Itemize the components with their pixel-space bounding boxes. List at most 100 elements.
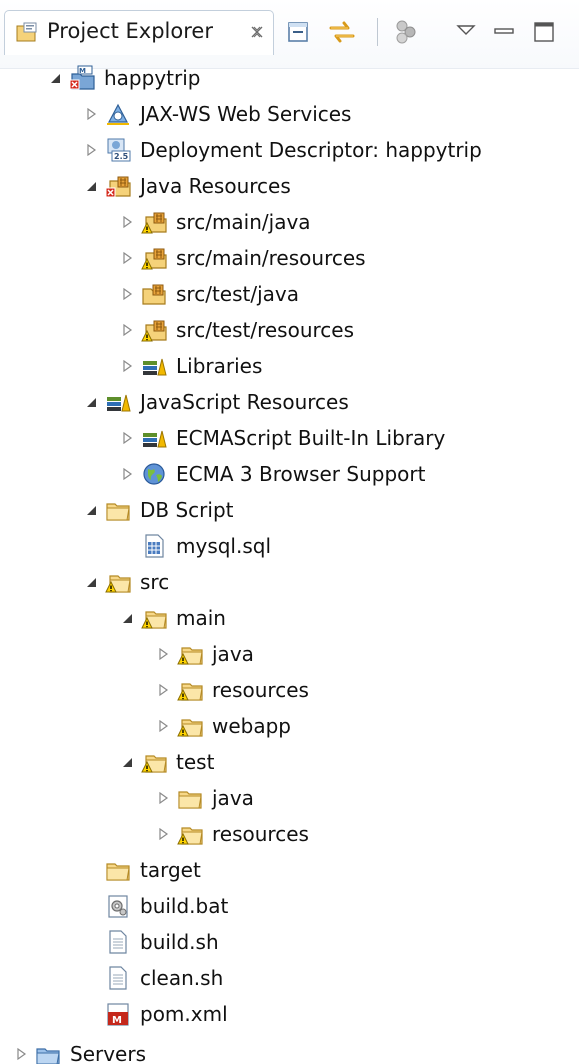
- collapsed-twisty-icon[interactable]: [120, 287, 134, 301]
- text-file-icon: [109, 930, 127, 954]
- view-tab-bar: Project Explorer: [0, 0, 579, 69]
- folder-warning-icon: [177, 683, 203, 701]
- expanded-twisty-icon[interactable]: [120, 755, 134, 769]
- tree-node-target[interactable]: target: [0, 852, 579, 888]
- view-menu-icon[interactable]: [450, 16, 482, 48]
- tree-node-label: resources: [212, 678, 309, 702]
- tree-node-label: clean.sh: [140, 966, 224, 990]
- collapsed-twisty-icon[interactable]: [84, 107, 98, 121]
- tree-node-test[interactable]: test: [0, 744, 579, 780]
- tree-node-libraries[interactable]: Libraries: [0, 348, 579, 384]
- close-icon[interactable]: [247, 22, 267, 42]
- expanded-twisty-icon[interactable]: [120, 611, 134, 625]
- svg-text:M: M: [112, 1015, 122, 1026]
- collapsed-twisty-icon[interactable]: [120, 431, 134, 445]
- tree-node-build-sh[interactable]: build.sh: [0, 924, 579, 960]
- tree-node-resources[interactable]: resources: [0, 672, 579, 708]
- tab-project-explorer[interactable]: Project Explorer: [4, 10, 274, 55]
- tree-node-java-resources[interactable]: Java Resources: [0, 168, 579, 204]
- web-services-icon: [107, 103, 129, 125]
- expanded-twisty-icon[interactable]: [48, 71, 62, 85]
- tree-node-label: Java Resources: [140, 174, 291, 198]
- collapsed-twisty-icon[interactable]: [156, 719, 170, 733]
- view-title: Project Explorer: [47, 19, 213, 43]
- folder-warning-icon: [177, 719, 203, 737]
- tree-node-happytrip[interactable]: Mhappytrip: [0, 60, 579, 96]
- folder-icon: [106, 863, 130, 881]
- source-folder-warning-icon: [141, 320, 167, 342]
- tree-node-clean-sh[interactable]: clean.sh: [0, 960, 579, 996]
- collapsed-twisty-icon[interactable]: [120, 323, 134, 337]
- collapsed-twisty-icon[interactable]: [120, 251, 134, 265]
- svg-text:2.5: 2.5: [114, 152, 129, 161]
- tree-node-ecmascript-built-in-library[interactable]: ECMAScript Built-In Library: [0, 420, 579, 456]
- collapsed-twisty-icon[interactable]: [120, 467, 134, 481]
- project-explorer-view: Project Explorer M happytrip JAX-WS Web …: [0, 0, 579, 1064]
- tree-node-ecma-3-browser-support[interactable]: ECMA 3 Browser Support: [0, 456, 579, 492]
- tree-node-label: Libraries: [176, 354, 263, 378]
- collapsed-twisty-icon[interactable]: [14, 1047, 28, 1061]
- collapsed-twisty-icon[interactable]: [156, 647, 170, 661]
- tree-node-pom-xml[interactable]: Mpom.xml: [0, 996, 579, 1032]
- folder-warning-icon: [177, 827, 203, 845]
- tree-node-webapp[interactable]: webapp: [0, 708, 579, 744]
- project-explorer-icon: [16, 22, 37, 42]
- collapsed-twisty-icon[interactable]: [84, 143, 98, 157]
- tree-node-label: Servers: [70, 1042, 147, 1064]
- library-icon: [143, 358, 167, 376]
- tree-node-main[interactable]: main: [0, 600, 579, 636]
- expanded-twisty-icon[interactable]: [84, 503, 98, 517]
- filters-icon[interactable]: [390, 16, 422, 48]
- tree-node-java[interactable]: java: [0, 780, 579, 816]
- batch-file-icon: [108, 895, 128, 918]
- tree-node-label: java: [212, 786, 254, 810]
- tree-node-label: target: [140, 858, 201, 882]
- folder-warning-icon: [141, 611, 167, 629]
- tree-node-label: src/main/resources: [176, 246, 366, 270]
- tree-node-javascript-resources[interactable]: JavaScript Resources: [0, 384, 579, 420]
- collapsed-twisty-icon[interactable]: [120, 215, 134, 229]
- sql-file-icon: [145, 534, 164, 558]
- expanded-twisty-icon[interactable]: [84, 575, 98, 589]
- java-resources-error-icon: [105, 176, 131, 198]
- tree-node-deployment-descriptor-happytrip[interactable]: 2.5 Deployment Descriptor: happytrip: [0, 132, 579, 168]
- tree-node-java[interactable]: java: [0, 636, 579, 672]
- tree-node-src-test-java[interactable]: src/test/java: [0, 276, 579, 312]
- tree-node-label: src/main/java: [176, 210, 311, 234]
- tree-node-src[interactable]: src: [0, 564, 579, 600]
- tree-node-label: test: [176, 750, 215, 774]
- folder-warning-icon: [177, 647, 203, 665]
- expanded-twisty-icon[interactable]: [84, 179, 98, 193]
- collapsed-twisty-icon[interactable]: [156, 791, 170, 805]
- tree-node-servers[interactable]: Servers: [0, 1036, 579, 1064]
- servers-folder-icon: [36, 1048, 60, 1064]
- collapse-all-icon[interactable]: [282, 16, 314, 48]
- maximize-icon[interactable]: [528, 16, 560, 48]
- library-icon: [143, 430, 167, 448]
- folder-warning-icon: [105, 575, 131, 593]
- tree-node-src-test-resources[interactable]: src/test/resources: [0, 312, 579, 348]
- tree-node-label: JavaScript Resources: [140, 390, 349, 414]
- folder-icon: [106, 503, 130, 521]
- minimize-icon[interactable]: [488, 16, 520, 48]
- collapsed-twisty-icon[interactable]: [156, 683, 170, 697]
- tree-node-jax-ws-web-services[interactable]: JAX-WS Web Services: [0, 96, 579, 132]
- tree-node-resources[interactable]: resources: [0, 816, 579, 852]
- collapsed-twisty-icon[interactable]: [120, 359, 134, 373]
- tree-node-db-script[interactable]: DB Script: [0, 492, 579, 528]
- collapsed-twisty-icon[interactable]: [156, 827, 170, 841]
- tree-node-label: src: [140, 570, 170, 594]
- tree-node-mysql-sql[interactable]: mysql.sql: [0, 528, 579, 564]
- tree-node-build-bat[interactable]: build.bat: [0, 888, 579, 924]
- expanded-twisty-icon[interactable]: [84, 395, 98, 409]
- tree-node-src-main-resources[interactable]: src/main/resources: [0, 240, 579, 276]
- link-with-editor-icon[interactable]: [326, 16, 358, 48]
- source-folder-warning-icon: [141, 248, 167, 270]
- tree-node-label: Deployment Descriptor: happytrip: [140, 138, 482, 162]
- source-folder-warning-icon: [141, 212, 167, 234]
- tree-node-label: ECMA 3 Browser Support: [176, 462, 426, 486]
- tree-node-label: src/test/java: [176, 282, 299, 306]
- globe-icon: [143, 463, 165, 485]
- svg-text:M: M: [79, 67, 86, 75]
- tree-node-src-main-java[interactable]: src/main/java: [0, 204, 579, 240]
